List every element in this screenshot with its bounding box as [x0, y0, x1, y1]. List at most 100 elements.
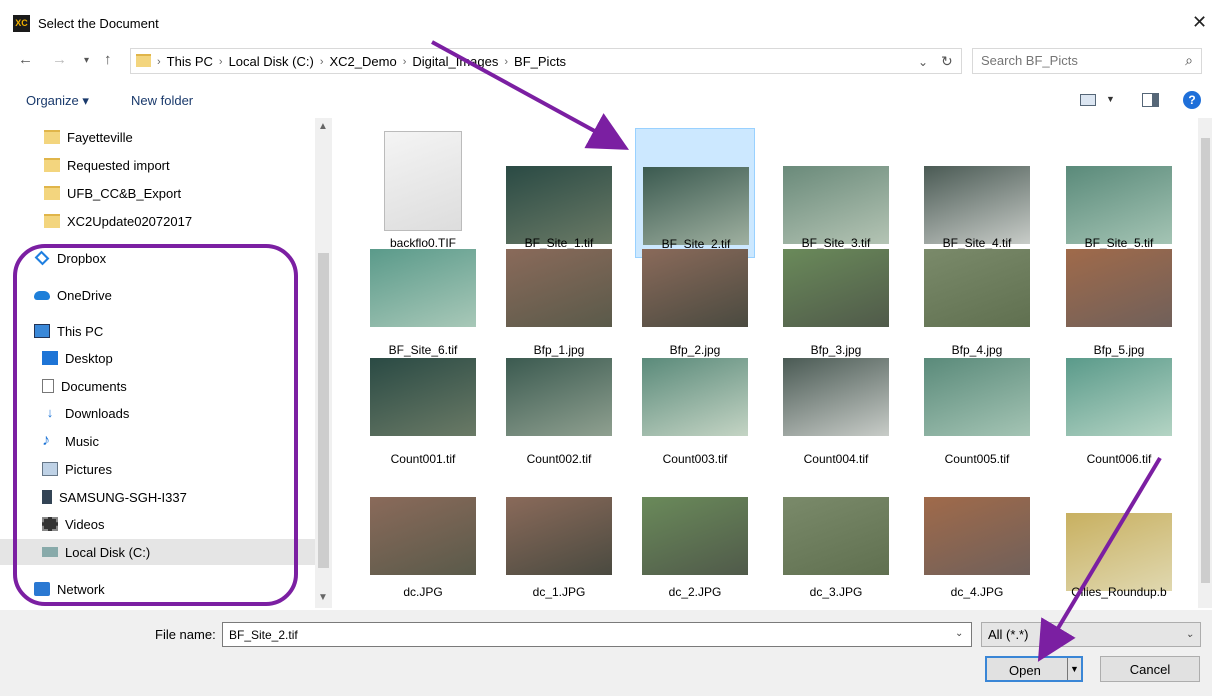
refresh-icon[interactable]: ↻ — [941, 53, 953, 70]
sidebar-item-label: Documents — [61, 378, 127, 394]
breadcrumb-local-disk[interactable]: Local Disk (C:) — [229, 54, 314, 69]
sidebar-item[interactable]: Fayetteville — [0, 124, 315, 150]
sidebar-scrollbar-thumb[interactable] — [318, 253, 329, 568]
file-thumbnail — [642, 497, 748, 575]
scroll-up-icon[interactable]: ▲ — [318, 121, 328, 132]
new-folder-button[interactable]: New folder — [131, 93, 193, 108]
file-list-scrollbar-thumb[interactable] — [1201, 138, 1210, 583]
file-item[interactable]: dc.JPG — [363, 477, 483, 607]
file-type-filter[interactable]: All (*.*) ⌄ — [981, 622, 1201, 647]
file-item[interactable]: dc_3.JPG — [776, 477, 896, 607]
folder-icon — [136, 54, 151, 67]
file-type-filter-value: All (*.*) — [988, 627, 1029, 642]
file-name-caption: Count005.tif — [944, 452, 1010, 466]
preview-pane-icon[interactable] — [1142, 93, 1159, 107]
sidebar-item-label: Pictures — [65, 461, 112, 477]
file-item[interactable]: Count004.tif — [776, 344, 896, 474]
file-thumbnail — [506, 166, 612, 244]
sidebar-item[interactable]: This PC — [0, 318, 315, 344]
breadcrumb-digital-images[interactable]: Digital_Images — [412, 54, 498, 69]
file-list: backflo0.TIF BF_Site_1.tif BF_Site_2.tif BF… — [333, 118, 1195, 608]
breadcrumb-this-pc[interactable]: This PC — [167, 54, 213, 69]
file-item[interactable]: Count005.tif — [917, 344, 1037, 474]
computer-icon — [34, 324, 50, 338]
address-dropdown-chevron-icon[interactable]: ⌄ — [918, 55, 928, 69]
file-name-caption: dc_3.JPG — [809, 585, 863, 599]
sidebar-item-label: Local Disk (C:) — [65, 544, 151, 560]
sidebar-item-label: Videos — [65, 516, 105, 532]
sidebar-item[interactable]: Documents — [0, 373, 315, 399]
sidebar-item[interactable]: Requested import — [0, 152, 315, 178]
file-name-chevron-down-icon[interactable]: ⌄ — [955, 628, 963, 639]
help-icon[interactable]: ? — [1183, 91, 1201, 109]
sidebar-item[interactable]: Network — [0, 576, 315, 602]
sidebar-item-label: XC2Update02072017 — [67, 213, 193, 229]
scroll-down-icon[interactable]: ▼ — [318, 592, 328, 603]
view-options-chevron-down-icon[interactable]: ▼ — [1106, 94, 1115, 104]
folder-icon — [44, 158, 60, 172]
sidebar-item[interactable]: SAMSUNG-SGH-I337 — [0, 484, 315, 510]
file-item[interactable]: Count006.tif — [1059, 344, 1179, 474]
sidebar-item[interactable]: Desktop — [0, 345, 315, 371]
sidebar-item[interactable]: UFB_CC&B_Export — [0, 180, 315, 206]
file-thumbnail — [370, 497, 476, 575]
file-thumbnail — [783, 249, 889, 327]
sidebar-item-label: Fayetteville — [67, 129, 133, 145]
sidebar-item[interactable]: Local Disk (C:) — [0, 539, 315, 565]
file-item[interactable]: Count002.tif — [499, 344, 619, 474]
filter-chevron-down-icon: ⌄ — [1185, 629, 1194, 640]
sidebar-item-label: This PC — [57, 323, 104, 339]
sidebar-item-label: UFB_CC&B_Export — [67, 185, 182, 201]
file-item[interactable]: Ollies_Roundup.b — [1059, 477, 1179, 607]
search-box[interactable]: ⌕ — [972, 48, 1202, 74]
change-view-icon[interactable] — [1080, 94, 1096, 106]
file-thumbnail — [506, 249, 612, 327]
sidebar-item[interactable]: ♪ Music — [0, 428, 315, 454]
breadcrumb-xc2-demo[interactable]: XC2_Demo — [330, 54, 397, 69]
sidebar-item[interactable]: Dropbox — [0, 245, 315, 271]
file-item[interactable]: dc_4.JPG — [917, 477, 1037, 607]
file-thumbnail — [642, 358, 748, 436]
music-icon: ♪ — [42, 432, 50, 449]
document-icon — [42, 379, 54, 393]
navigation-pane: Fayetteville Requested import UFB_CC&B_Exp… — [0, 118, 315, 608]
file-item[interactable]: Count001.tif — [363, 344, 483, 474]
open-split-chevron-down-icon[interactable]: ▼ — [1067, 658, 1081, 680]
breadcrumb-separator: › — [319, 55, 324, 68]
close-icon[interactable]: ✕ — [1192, 12, 1207, 33]
organize-button[interactable]: Organize ▾ — [26, 93, 89, 109]
address-bar[interactable]: › This PC › Local Disk (C:) › XC2_Demo ›… — [130, 48, 962, 74]
breadcrumb-bf-picts[interactable]: BF_Picts — [514, 54, 566, 69]
search-input[interactable] — [981, 53, 1171, 68]
breadcrumb: › This PC › Local Disk (C:) › XC2_Demo ›… — [157, 54, 566, 69]
desktop-icon — [42, 351, 58, 365]
file-thumbnail — [924, 249, 1030, 327]
forward-arrow-icon[interactable]: → — [52, 51, 67, 68]
title-bar: XC Select the Document ✕ — [0, 0, 1212, 44]
sidebar-item[interactable]: Videos — [0, 511, 315, 537]
file-name-field[interactable] — [222, 622, 972, 647]
sidebar-item[interactable]: ↓ Downloads — [0, 400, 315, 426]
disk-icon — [42, 547, 58, 557]
recent-chevron-down-icon[interactable]: ▾ — [84, 55, 89, 66]
sidebar-item-label: Dropbox — [57, 250, 107, 266]
sidebar-item[interactable]: OneDrive — [0, 282, 315, 308]
file-item[interactable]: Count003.tif — [635, 344, 755, 474]
file-thumbnail — [370, 249, 476, 327]
breadcrumb-separator: › — [402, 55, 407, 68]
file-item[interactable]: dc_2.JPG — [635, 477, 755, 607]
command-bar: Organize ▾ New folder — [0, 84, 1212, 116]
folder-icon — [44, 186, 60, 200]
sidebar-item[interactable]: Pictures — [0, 456, 315, 482]
file-item[interactable]: dc_1.JPG — [499, 477, 619, 607]
file-thumbnail — [506, 497, 612, 575]
up-arrow-icon[interactable]: ↑ — [104, 51, 112, 68]
back-arrow-icon[interactable]: ← — [18, 51, 33, 68]
cancel-button[interactable]: Cancel — [1100, 656, 1200, 682]
file-thumbnail — [642, 249, 748, 327]
file-name-caption: Count001.tif — [390, 452, 456, 466]
file-name-caption: dc_1.JPG — [532, 585, 586, 599]
sidebar-item[interactable]: XC2Update02072017 — [0, 208, 315, 234]
file-name-caption: Count004.tif — [803, 452, 869, 466]
search-icon[interactable]: ⌕ — [1185, 52, 1193, 69]
